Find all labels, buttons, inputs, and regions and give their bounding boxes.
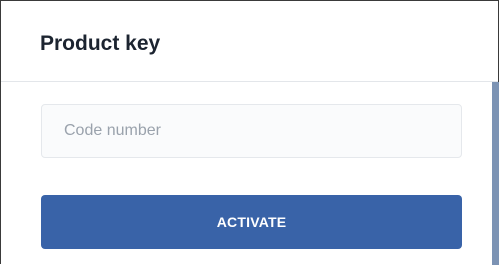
panel-header: Product key <box>1 1 498 82</box>
product-key-panel: Product key ACTIVATE <box>0 0 499 265</box>
activate-button[interactable]: ACTIVATE <box>41 195 462 249</box>
code-number-input[interactable] <box>41 104 462 158</box>
page-title: Product key <box>40 32 161 55</box>
scrollbar[interactable] <box>492 82 499 265</box>
